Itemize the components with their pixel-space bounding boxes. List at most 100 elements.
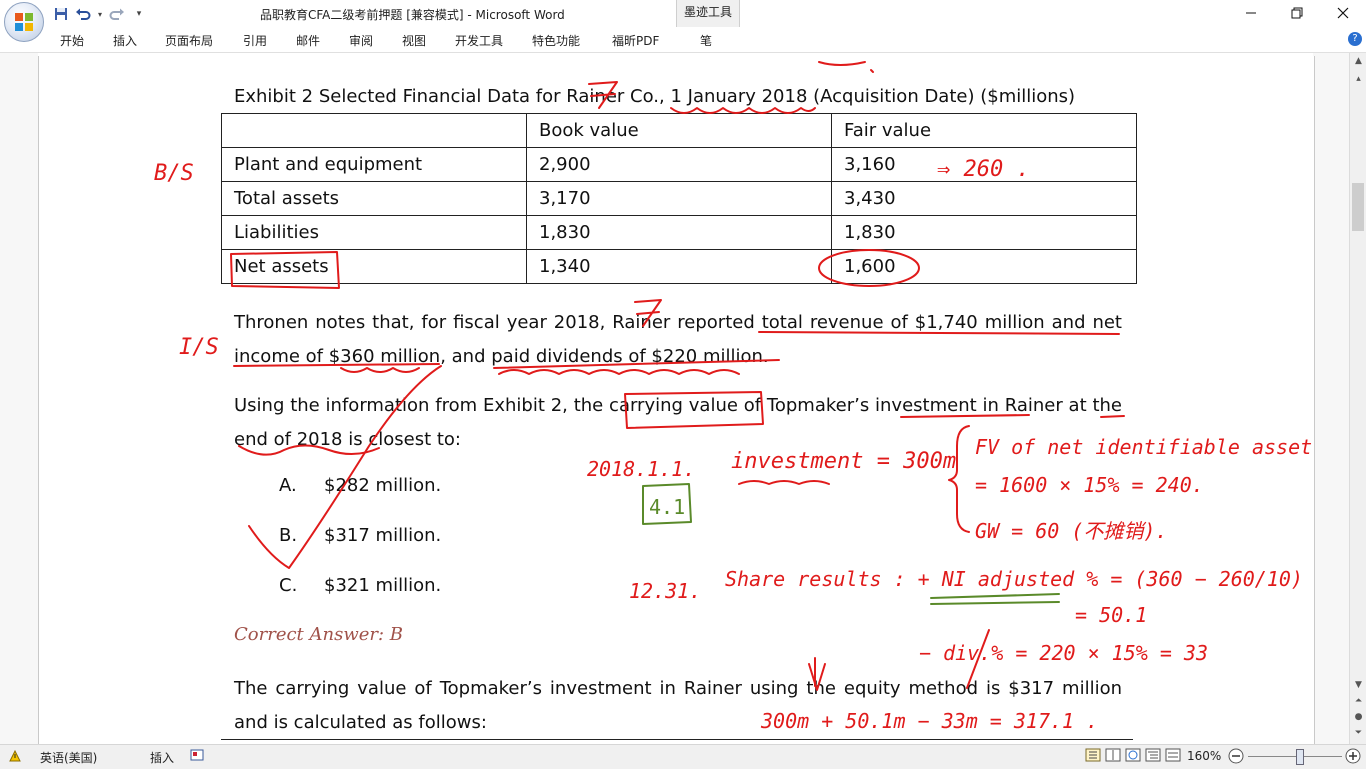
close-button[interactable] xyxy=(1320,0,1366,26)
correct-answer: Correct Answer: B xyxy=(234,624,404,645)
table-cell: 1,830 xyxy=(526,215,832,250)
table-cell: Net assets xyxy=(221,249,527,284)
office-logo-icon xyxy=(15,13,33,31)
ink-text-date1: 2018.1.1. xyxy=(587,457,695,481)
exhibit-caption: Exhibit 2 Selected Financial Data for Ra… xyxy=(234,86,1076,107)
tab-developer[interactable]: 开发工具 xyxy=(455,32,503,49)
ink-box-41 xyxy=(642,483,692,525)
tab-references[interactable]: 引用 xyxy=(243,32,267,49)
quick-access-toolbar: ▾ ▾ xyxy=(52,4,148,24)
macro-record-icon[interactable] xyxy=(190,749,204,764)
zoom-in-icon[interactable] xyxy=(1345,748,1361,767)
view-print-layout-icon[interactable] xyxy=(1085,748,1101,765)
help-icon[interactable]: ? xyxy=(1348,32,1362,46)
language-status[interactable]: 英语(美国) xyxy=(40,749,97,766)
paragraph-explanation: The carrying value of Topmaker’s investm… xyxy=(234,678,1122,733)
tab-view[interactable]: 视图 xyxy=(402,32,426,49)
paragraph-question: Using the information from Exhibit 2, th… xyxy=(234,395,1122,450)
table-header-cell xyxy=(221,113,527,148)
table-cell: Liabilities xyxy=(221,215,527,250)
document-page[interactable]: Exhibit 2 Selected Financial Data for Ra… xyxy=(38,56,1315,744)
view-web-layout-icon[interactable] xyxy=(1125,748,1141,765)
table-cell: 1,830 xyxy=(831,215,1137,250)
ink-text-date2: 12.31. xyxy=(629,579,701,603)
tab-foxit-pdf[interactable]: 福昕PDF xyxy=(612,32,659,49)
option-key: C. xyxy=(279,575,298,596)
left-margin-area xyxy=(0,53,38,744)
ink-text-bs: B/S xyxy=(154,161,194,186)
scroll-down-arrow-icon[interactable]: ▼ xyxy=(1350,677,1366,694)
table-header-cell: Book value xyxy=(526,113,832,148)
option-a: A. $282 million. xyxy=(279,475,441,496)
office-button[interactable] xyxy=(4,2,44,42)
tab-review[interactable]: 审阅 xyxy=(349,32,373,49)
ruler-toggle-icon[interactable]: ▴ xyxy=(1350,71,1366,88)
customize-qat-icon[interactable]: ▾ xyxy=(130,5,148,23)
ink-stroke xyxy=(738,480,830,485)
table-row: Net assets 1,340 1,600 xyxy=(221,249,1137,284)
ink-stroke-green xyxy=(930,593,1060,605)
right-margin-area xyxy=(1313,53,1349,744)
table-cell: 3,160 xyxy=(831,147,1137,182)
proofing-icon[interactable] xyxy=(8,749,22,766)
insert-mode-status[interactable]: 插入 xyxy=(150,749,174,766)
view-full-screen-icon[interactable] xyxy=(1105,748,1121,765)
undo-dropdown-icon[interactable]: ▾ xyxy=(96,5,104,23)
table-cell: Plant and equipment xyxy=(221,147,527,182)
option-key: A. xyxy=(279,475,297,496)
financial-data-table: Book value Fair value Plant and equipmen… xyxy=(221,113,1137,284)
ink-text-gw: GW = 60 (不摊销). xyxy=(975,519,1167,543)
table-row: Total assets 3,170 3,430 xyxy=(221,181,1137,216)
ink-text-share-results: Share results : + NI adjusted % = (360 −… xyxy=(725,567,1314,591)
undo-icon[interactable] xyxy=(74,5,92,23)
zoom-slider-track[interactable] xyxy=(1248,756,1342,757)
table-cell: 2,900 xyxy=(526,147,832,182)
save-icon[interactable] xyxy=(52,5,70,23)
option-text: $321 million. xyxy=(324,575,442,596)
select-browse-object-icon[interactable]: ● xyxy=(1350,709,1366,726)
table-header-row: Book value Fair value xyxy=(221,113,1137,148)
vertical-scrollbar[interactable]: ▲ ▴ ▼ ⏶ ● ⏷ xyxy=(1349,53,1366,744)
scroll-thumb[interactable] xyxy=(1352,183,1364,231)
ink-text-fv2: = 1600 × 15% = 240. xyxy=(975,473,1204,497)
tab-pen[interactable]: 笔 xyxy=(700,32,712,49)
view-draft-icon[interactable] xyxy=(1165,748,1181,765)
tab-home[interactable]: 开始 xyxy=(60,32,84,49)
table-cell: Total assets xyxy=(221,181,527,216)
tab-mailings[interactable]: 邮件 xyxy=(296,32,320,49)
window-title: 品职教育CFA二级考前押题 [兼容模式] - Microsoft Word xyxy=(260,8,565,22)
ink-text-div: − div.% = 220 × 15% = 33 xyxy=(919,641,1208,665)
paragraph-rainer-results: Thronen notes that, for fiscal year 2018… xyxy=(234,312,1122,367)
option-key: B. xyxy=(279,525,298,546)
zoom-out-icon[interactable] xyxy=(1228,748,1244,767)
status-bar: 英语(美国) 插入 160% xyxy=(0,744,1366,769)
tab-insert[interactable]: 插入 xyxy=(113,32,137,49)
tab-special-features[interactable]: 特色功能 xyxy=(532,32,580,49)
table-row: Liabilities 1,830 1,830 xyxy=(221,215,1137,250)
option-c: C. $321 million. xyxy=(279,575,441,596)
table-cell: 3,430 xyxy=(831,181,1137,216)
table-cell: 1,600 xyxy=(831,249,1137,284)
option-text: $317 million. xyxy=(324,525,442,546)
prev-page-icon[interactable]: ⏶ xyxy=(1350,693,1366,710)
window-controls xyxy=(1228,0,1366,26)
option-text: $282 million. xyxy=(324,475,442,496)
view-outline-icon[interactable] xyxy=(1145,748,1161,765)
ink-text-is: I/S xyxy=(179,335,219,360)
restore-button[interactable] xyxy=(1274,0,1320,26)
minimize-button[interactable] xyxy=(1228,0,1274,26)
ribbon-tab-bar: 开始 插入 页面布局 引用 邮件 审阅 视图 开发工具 特色功能 福昕PDF 笔… xyxy=(0,28,1366,53)
zoom-level[interactable]: 160% xyxy=(1187,749,1221,763)
table-header-cell: Fair value xyxy=(831,113,1137,148)
redo-icon[interactable] xyxy=(108,5,126,23)
ink-stroke xyxy=(818,61,874,73)
scroll-up-arrow-icon[interactable]: ▲ xyxy=(1350,53,1366,70)
zoom-slider-thumb[interactable] xyxy=(1296,749,1304,765)
table-cell: 3,170 xyxy=(526,181,832,216)
table-row: Plant and equipment 2,900 3,160 xyxy=(221,147,1137,182)
ink-text-501: = 50.1 xyxy=(1075,603,1147,627)
title-bar: ▾ ▾ 品职教育CFA二级考前押题 [兼容模式] - Microsoft Wor… xyxy=(0,0,1366,28)
next-page-icon[interactable]: ⏷ xyxy=(1350,725,1366,742)
ink-text-41: 4.1 xyxy=(649,495,685,519)
tab-page-layout[interactable]: 页面布局 xyxy=(165,32,213,49)
